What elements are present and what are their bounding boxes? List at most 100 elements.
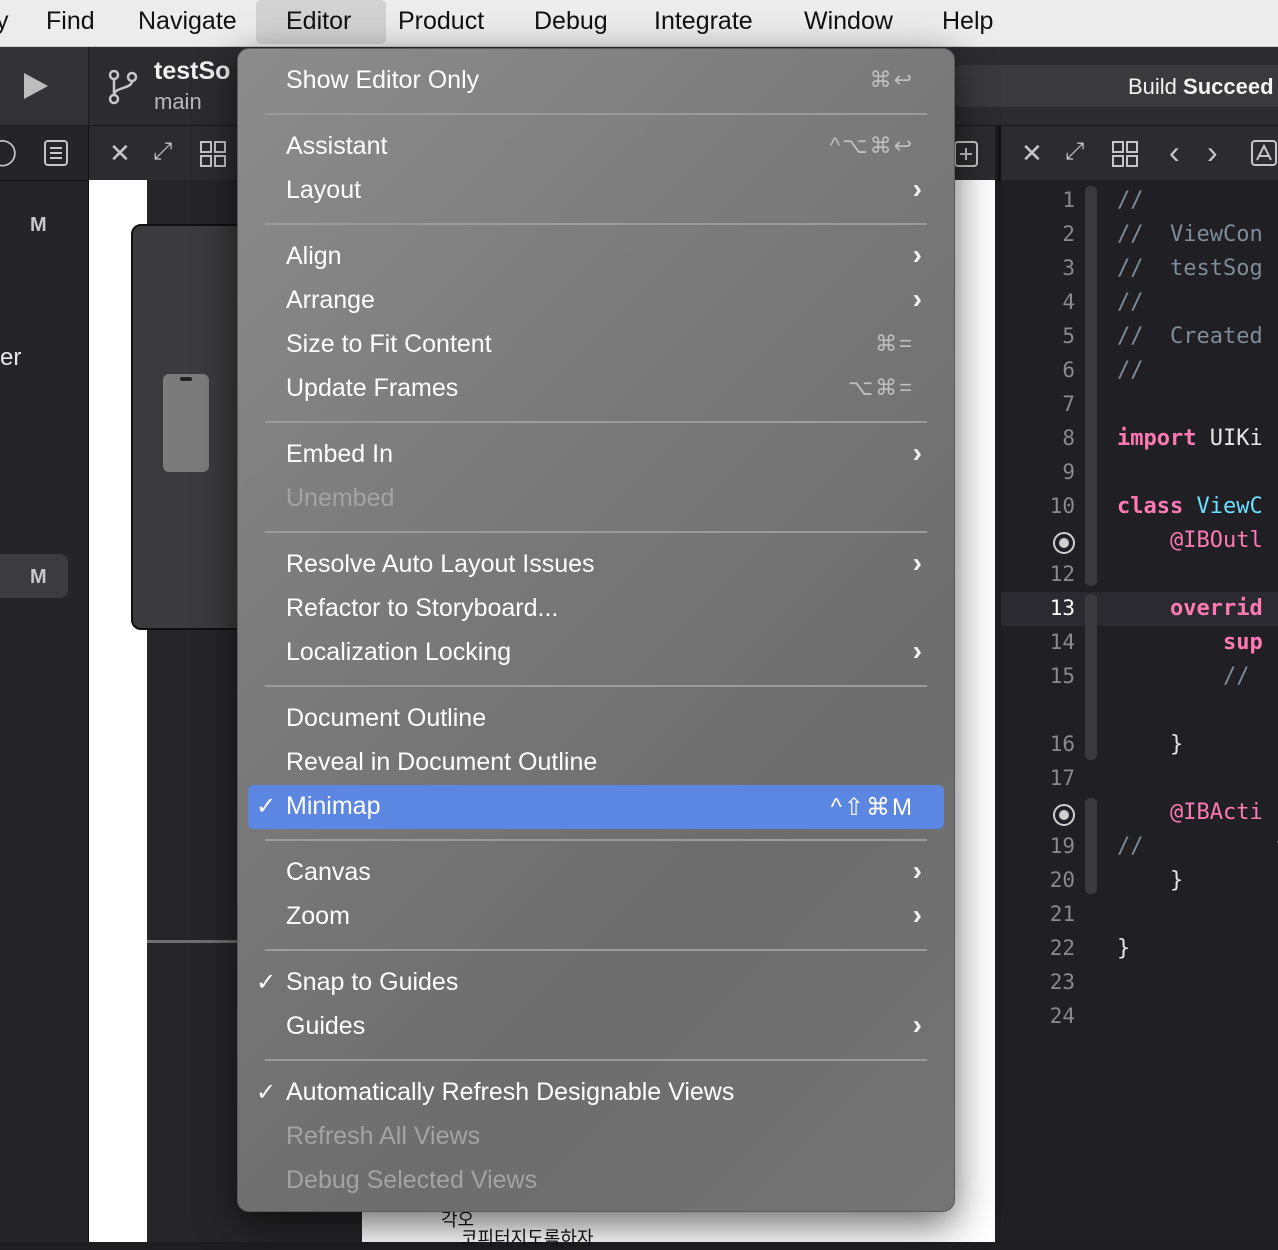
menu-item-refactor-to-storyboard[interactable]: Refactor to Storyboard... bbox=[248, 587, 944, 631]
line-number: 23 bbox=[1049, 970, 1075, 994]
menu-item-automatically-refresh-designable-views[interactable]: ✓ Automatically Refresh Designable Views bbox=[248, 1071, 944, 1115]
menu-item-document-outline[interactable]: Document Outline bbox=[248, 697, 944, 741]
menu-item-label: Size to Fit Content bbox=[286, 330, 492, 358]
menu-item-reveal-in-document-outline[interactable]: Reveal in Document Outline bbox=[248, 741, 944, 785]
chevron-right-icon: › bbox=[912, 283, 922, 314]
chevron-left-icon[interactable]: ‹ bbox=[1169, 134, 1180, 171]
search-icon[interactable]: ◯ bbox=[0, 136, 17, 167]
code-line: // v bbox=[1117, 834, 1278, 859]
code-line: // ViewCon bbox=[1117, 222, 1263, 247]
chevron-right-icon[interactable]: › bbox=[1207, 134, 1218, 171]
menu-item-label: Unembed bbox=[286, 484, 395, 512]
line-number: 8 bbox=[1062, 426, 1075, 450]
code-token: // Created bbox=[1117, 324, 1263, 349]
grid-icon[interactable] bbox=[199, 140, 227, 168]
line-number: 10 bbox=[1049, 494, 1075, 518]
navigator-tabs: ◯ bbox=[0, 126, 88, 181]
run-button[interactable] bbox=[0, 47, 89, 125]
code-token: ViewC bbox=[1183, 494, 1263, 519]
code-token: // bbox=[1117, 664, 1250, 689]
menu-integrate[interactable]: Integrate bbox=[654, 0, 753, 44]
menu-item-align[interactable]: Align › bbox=[248, 235, 944, 279]
line-number: 17 bbox=[1049, 766, 1075, 790]
outlet-connection-icon[interactable] bbox=[1053, 804, 1075, 826]
checkmark-icon: ✓ bbox=[256, 969, 277, 996]
checkmark-icon: ✓ bbox=[256, 1079, 277, 1106]
menu-item-snap-to-guides[interactable]: ✓ Snap to Guides bbox=[248, 961, 944, 1005]
code-token: // bbox=[1117, 290, 1144, 315]
code-line: } bbox=[1117, 868, 1183, 893]
menu-debug[interactable]: Debug bbox=[534, 0, 608, 44]
menu-item-label: Embed In bbox=[286, 440, 394, 468]
list-icon[interactable] bbox=[44, 140, 68, 166]
chevron-right-icon: › bbox=[912, 899, 922, 930]
line-number: 5 bbox=[1062, 324, 1075, 348]
add-editor-icon[interactable] bbox=[953, 140, 979, 168]
menu-item-localization-locking[interactable]: Localization Locking › bbox=[248, 631, 944, 675]
menu-item-refresh-all-views: Refresh All Views bbox=[248, 1115, 944, 1159]
chevron-right-icon: › bbox=[912, 173, 922, 204]
navigator-item-label[interactable]: er bbox=[0, 344, 21, 372]
swift-file-icon[interactable] bbox=[1251, 140, 1277, 166]
menu-window[interactable]: Window bbox=[804, 0, 893, 44]
menu-item-embed-in[interactable]: Embed In › bbox=[248, 433, 944, 477]
menu-item-label: Zoom bbox=[286, 902, 350, 930]
source-editor[interactable]: 1 // 2 // ViewCon 3 // testSog 4 // 5 // Created 6… bbox=[1001, 180, 1278, 1242]
outlet-connection-icon[interactable] bbox=[1053, 532, 1075, 554]
menu-separator bbox=[265, 949, 927, 951]
menu-item-shortcut: ^⇧⌘M bbox=[830, 794, 914, 821]
menu-navigate[interactable]: Navigate bbox=[138, 0, 237, 44]
menu-item-label: Assistant bbox=[286, 132, 388, 160]
menu-item-resolve-auto-layout-issues[interactable]: Resolve Auto Layout Issues › bbox=[248, 543, 944, 587]
code-line: import UIKi bbox=[1117, 426, 1263, 451]
build-status-result: Succeed bbox=[1183, 74, 1274, 99]
menu-bar-partial-item: y bbox=[0, 7, 9, 35]
menu-separator bbox=[265, 421, 927, 423]
line-number: 15 bbox=[1049, 664, 1075, 688]
menu-item-size-to-fit-content[interactable]: Size to Fit Content ⌘= bbox=[248, 323, 944, 367]
menu-product[interactable]: Product bbox=[398, 0, 484, 44]
scheme-project-name[interactable]: testSo bbox=[154, 57, 230, 86]
menu-editor[interactable]: Editor bbox=[256, 0, 386, 44]
canvas-label: 코피터지도록하자 bbox=[461, 1228, 594, 1248]
expand-icon[interactable]: ⤢ bbox=[1065, 138, 1084, 166]
menu-item-update-frames[interactable]: Update Frames ⌥⌘= bbox=[248, 367, 944, 411]
phone-notch bbox=[180, 377, 192, 381]
menu-item-assistant[interactable]: Assistant ^⌥⌘↩ bbox=[248, 125, 944, 169]
menu-item-label: Debug Selected Views bbox=[286, 1166, 538, 1194]
code-line: overrid bbox=[1117, 596, 1263, 621]
line-number: 16 bbox=[1049, 732, 1075, 756]
code-line: } bbox=[1117, 936, 1130, 961]
expand-icon[interactable]: ⤢ bbox=[153, 138, 172, 166]
menu-item-guides[interactable]: Guides › bbox=[248, 1005, 944, 1049]
menu-help[interactable]: Help bbox=[942, 0, 993, 44]
line-number: 19 bbox=[1049, 834, 1075, 858]
line-number: 13 bbox=[1049, 596, 1075, 620]
menu-item-arrange[interactable]: Arrange › bbox=[248, 279, 944, 323]
project-navigator: ◯ M er M bbox=[0, 126, 89, 1242]
line-number: 21 bbox=[1049, 902, 1075, 926]
code-line: // bbox=[1117, 664, 1250, 689]
code-line: // Created bbox=[1117, 324, 1263, 349]
menu-item-debug-selected-views: Debug Selected Views bbox=[248, 1159, 944, 1203]
chevron-right-icon: › bbox=[912, 855, 922, 886]
modified-badge: M bbox=[30, 214, 47, 236]
grid-icon[interactable] bbox=[1111, 140, 1139, 168]
menu-separator bbox=[265, 685, 927, 687]
code-token: import bbox=[1117, 426, 1197, 451]
menu-item-minimap[interactable]: ✓ Minimap ^⇧⌘M bbox=[248, 785, 944, 829]
code-line: // bbox=[1117, 290, 1144, 315]
close-icon[interactable]: ✕ bbox=[1021, 138, 1043, 169]
close-icon[interactable]: ✕ bbox=[109, 138, 131, 169]
menu-item-layout[interactable]: Layout › bbox=[248, 169, 944, 213]
code-line: // bbox=[1117, 358, 1144, 383]
menu-item-shortcut: ⌘= bbox=[875, 331, 914, 356]
menu-separator bbox=[265, 531, 927, 533]
code-token: // v bbox=[1117, 834, 1278, 859]
menu-item-show-editor-only[interactable]: Show Editor Only ⌘↩ bbox=[248, 59, 944, 103]
menu-item-canvas[interactable]: Canvas › bbox=[248, 851, 944, 895]
menu-find[interactable]: Find bbox=[46, 0, 95, 44]
menu-item-zoom[interactable]: Zoom › bbox=[248, 895, 944, 939]
menu-item-label: Localization Locking bbox=[286, 638, 512, 666]
line-number: 3 bbox=[1062, 256, 1075, 280]
